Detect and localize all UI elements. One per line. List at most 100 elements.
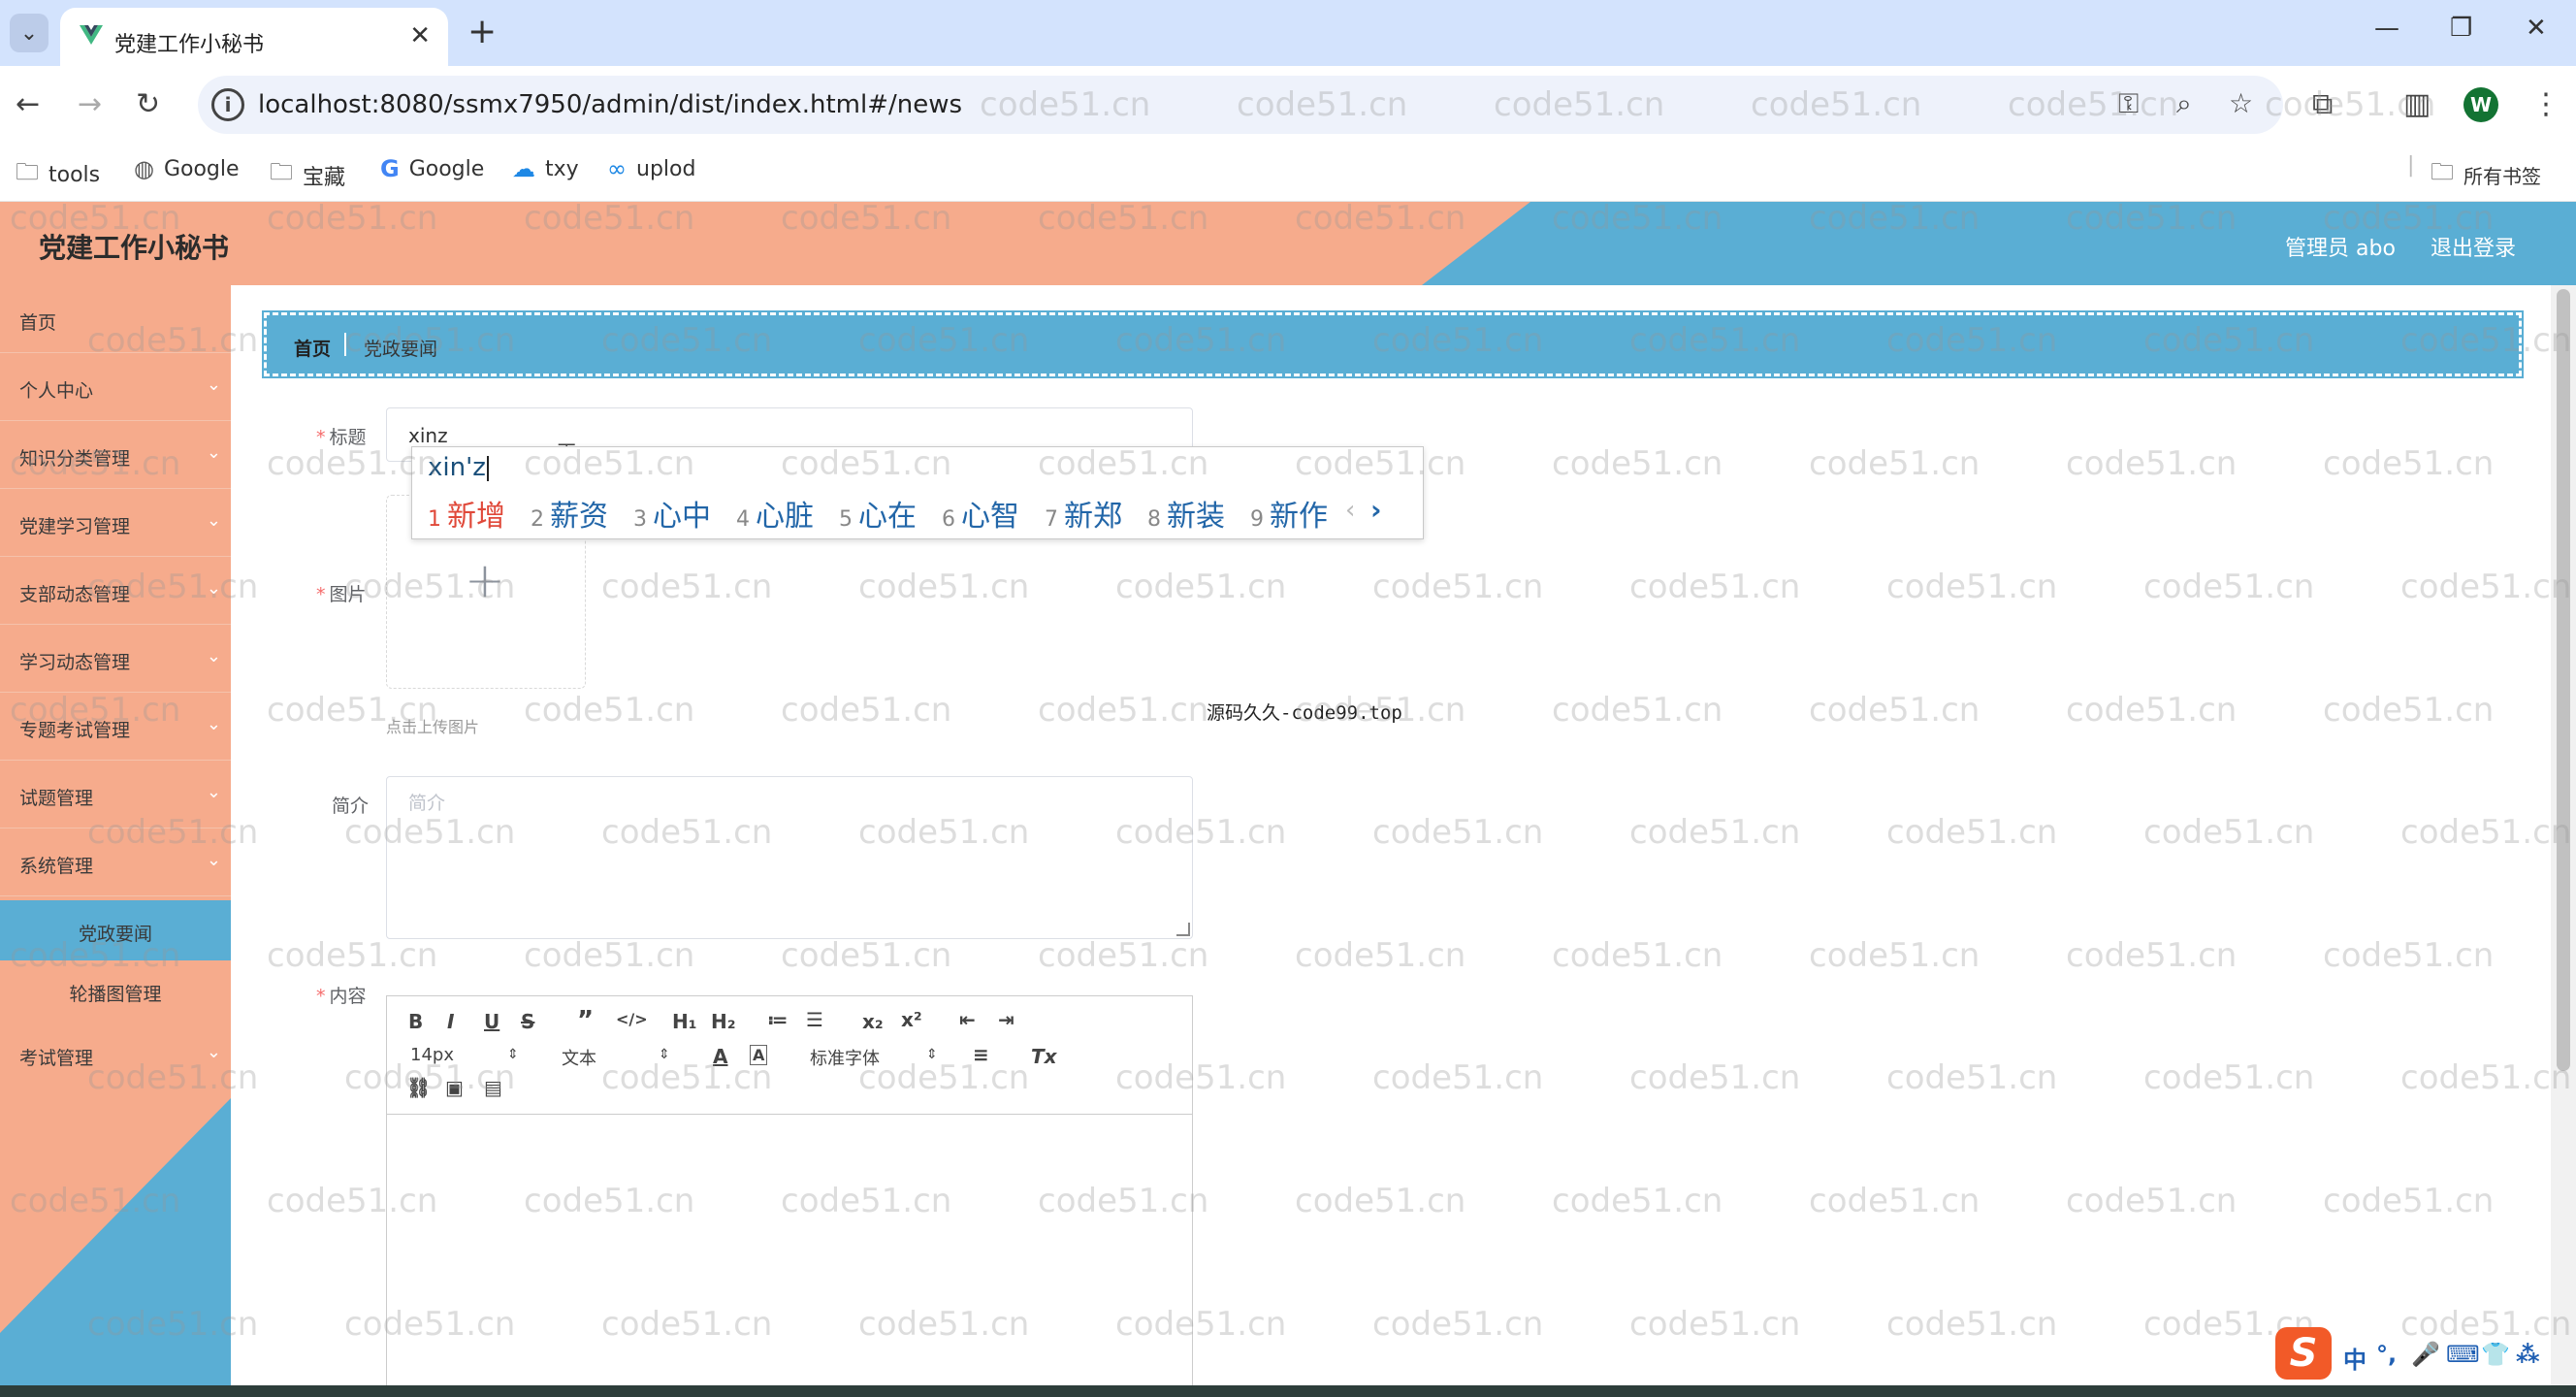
block-type-select[interactable]: 文本 ⇕ — [562, 1045, 670, 1070]
image-icon[interactable]: ▣ — [445, 1076, 464, 1099]
bookmark-baozang[interactable]: 🗀 宝藏 — [270, 155, 345, 195]
ime-candidate[interactable]: 8 新装 — [1147, 500, 1225, 534]
sidebar-subitem-0[interactable]: 党政要闻 — [0, 900, 231, 960]
folder-icon: 🗀 — [16, 158, 39, 185]
back-icon[interactable]: ← — [16, 87, 40, 121]
extensions-icon[interactable]: ⧉ — [2312, 87, 2333, 121]
tab-close-icon[interactable]: ✕ — [409, 21, 431, 50]
text-color-icon[interactable]: A — [713, 1045, 727, 1068]
sidebar-item-1[interactable]: 个人中心 ⌄ — [0, 353, 231, 421]
superscript-icon[interactable]: x² — [901, 1008, 922, 1031]
sidebar-item-label: 支部动态管理 — [19, 584, 131, 605]
new-tab-button[interactable]: + — [467, 12, 497, 51]
ime-prev-page-icon[interactable]: ‹ — [1345, 496, 1355, 525]
url-text[interactable]: localhost:8080/ssmx7950/admin/dist/index… — [258, 90, 962, 119]
zoom-icon[interactable]: ⌕ — [2176, 87, 2192, 120]
reload-icon[interactable]: ↻ — [136, 87, 160, 121]
profile-avatar[interactable]: W — [2463, 87, 2498, 122]
bold-icon[interactable]: B — [408, 1010, 423, 1033]
indent-icon[interactable]: ⇥ — [998, 1008, 1014, 1031]
ime-candidate[interactable]: 9 新作 — [1250, 500, 1328, 534]
sidebar-item-0[interactable]: 首页 — [0, 285, 231, 353]
link-icon[interactable]: ⛓ — [406, 1076, 431, 1099]
page-scrollbar[interactable] — [2551, 285, 2576, 1387]
strike-icon[interactable]: S — [521, 1010, 534, 1033]
underline-icon[interactable]: U — [484, 1010, 499, 1033]
address-bar[interactable]: i localhost:8080/ssmx7950/admin/dist/ind… — [198, 76, 2283, 134]
logout-button[interactable]: 退出登录 — [2431, 231, 2516, 262]
background-color-icon[interactable]: A — [750, 1045, 768, 1065]
browser-tab[interactable]: 党建工作小秘书 ✕ — [60, 8, 448, 66]
window-close-icon[interactable]: ✕ — [2526, 14, 2547, 43]
password-key-icon[interactable]: ⚿ — [2118, 87, 2139, 120]
font-family-select[interactable]: 标准字体 ⇕ — [810, 1045, 938, 1070]
scrollbar-thumb[interactable] — [2557, 289, 2570, 1071]
site-info-icon[interactable]: i — [211, 88, 244, 121]
ordered-list-icon[interactable]: ≔ — [767, 1008, 788, 1031]
skin-icon[interactable]: 👕 — [2481, 1341, 2510, 1368]
keyboard-icon[interactable]: ⌨ — [2446, 1341, 2480, 1368]
bookmark-google[interactable]: ◍ Google — [134, 155, 240, 182]
folder-icon: 🗀 — [270, 158, 293, 185]
code-block-icon[interactable]: </> — [616, 1010, 648, 1028]
ime-candidate[interactable]: 5 心在 — [839, 500, 917, 534]
sidebar-item-5[interactable]: 学习动态管理 ⌄ — [0, 625, 231, 693]
align-icon[interactable]: ≡ — [973, 1043, 989, 1066]
ime-lang-indicator[interactable]: 中 — [2343, 1341, 2367, 1375]
sidebar-subitem-1[interactable]: 轮播图管理 — [0, 960, 231, 1021]
bookmark-txy[interactable]: ☁ txy — [512, 155, 579, 182]
sidebar-item-3[interactable]: 党建学习管理 ⌄ — [0, 489, 231, 557]
intro-textarea[interactable]: 简介 — [386, 776, 1193, 939]
bookmark-star-icon[interactable]: ☆ — [2229, 87, 2253, 119]
forward-icon[interactable]: → — [78, 87, 102, 121]
sidebar-item-2[interactable]: 知识分类管理 ⌄ — [0, 421, 231, 489]
tab-search-chevron-icon[interactable]: ⌄ — [10, 14, 48, 52]
bookmark-tools[interactable]: 🗀 tools — [16, 155, 100, 195]
plus-icon: + — [465, 552, 505, 608]
ime-candidate[interactable]: 2 薪资 — [531, 500, 608, 534]
ime-candidate[interactable]: 1 新增 — [428, 500, 505, 534]
sidebar-item-4[interactable]: 支部动态管理 ⌄ — [0, 557, 231, 625]
font-size-select[interactable]: 14px ⇕ — [410, 1045, 519, 1065]
microphone-icon[interactable]: 🎤 — [2411, 1341, 2440, 1368]
chevron-down-icon: ⌄ — [206, 578, 221, 599]
sidebar-subitem-label: 轮播图管理 — [69, 984, 162, 1005]
sidebar-item-exam[interactable]: 考试管理 ⌄ — [0, 1021, 231, 1088]
subscript-icon[interactable]: x₂ — [862, 1010, 884, 1033]
restore-icon[interactable]: ❐ — [2450, 14, 2472, 43]
ime-candidate-window: xin'z 1 新增 2 薪资 3 心中 4 心脏 5 心在 6 心智 7 新郑 8 新装 9 新作 ‹ › — [411, 446, 1424, 539]
bullet-list-icon[interactable]: ☰ — [806, 1008, 823, 1031]
bookmark-uplod[interactable]: ∞ uplod — [607, 155, 695, 182]
breadcrumb-home[interactable]: 首页 — [294, 335, 331, 361]
app-title: 党建工作小秘书 — [39, 232, 230, 264]
ime-candidate-text: 心智 — [961, 500, 1019, 534]
browser-tabbar: ⌄ 党建工作小秘书 ✕ + — ❐ ✕ — [0, 0, 2576, 66]
blockquote-icon[interactable]: ” — [577, 1006, 594, 1035]
required-mark: * — [316, 427, 326, 448]
punctuation-icon[interactable]: °, — [2376, 1341, 2397, 1368]
ime-candidate[interactable]: 4 心脏 — [736, 500, 814, 534]
sidebar-item-6[interactable]: 专题考试管理 ⌄ — [0, 693, 231, 761]
video-icon[interactable]: ▤ — [484, 1076, 502, 1099]
ime-candidate[interactable]: 3 心中 — [633, 500, 711, 534]
toolbox-icon[interactable]: ⁂ — [2516, 1341, 2540, 1368]
all-bookmarks[interactable]: 🗀 所有书签 — [2431, 155, 2541, 195]
resize-handle[interactable] — [1176, 923, 1190, 936]
sidebar-item-7[interactable]: 试题管理 ⌄ — [0, 761, 231, 828]
sogou-ime-icon[interactable]: S — [2275, 1327, 2332, 1380]
browser-menu-icon[interactable]: ⋮ — [2531, 87, 2560, 121]
header1-icon[interactable]: H₁ — [672, 1010, 697, 1033]
ime-candidate[interactable]: 7 新郑 — [1045, 500, 1122, 534]
side-panel-icon[interactable]: ▥ — [2403, 87, 2431, 121]
bookmark-google-2[interactable]: G Google — [380, 155, 484, 182]
ime-next-page-icon[interactable]: › — [1370, 494, 1382, 526]
sidebar-item-8[interactable]: 系统管理 ⌄ — [0, 828, 231, 896]
header2-icon[interactable]: H₂ — [711, 1010, 736, 1033]
italic-icon[interactable]: I — [447, 1010, 454, 1033]
clear-format-icon[interactable]: Tx — [1031, 1045, 1057, 1068]
outdent-icon[interactable]: ⇤ — [959, 1008, 976, 1031]
ime-candidate[interactable]: 6 心智 — [942, 500, 1019, 534]
minimize-icon[interactable]: — — [2374, 14, 2399, 43]
breadcrumb: 首页 党政要闻 — [262, 310, 2524, 378]
ime-candidate-number: 7 — [1045, 507, 1058, 532]
